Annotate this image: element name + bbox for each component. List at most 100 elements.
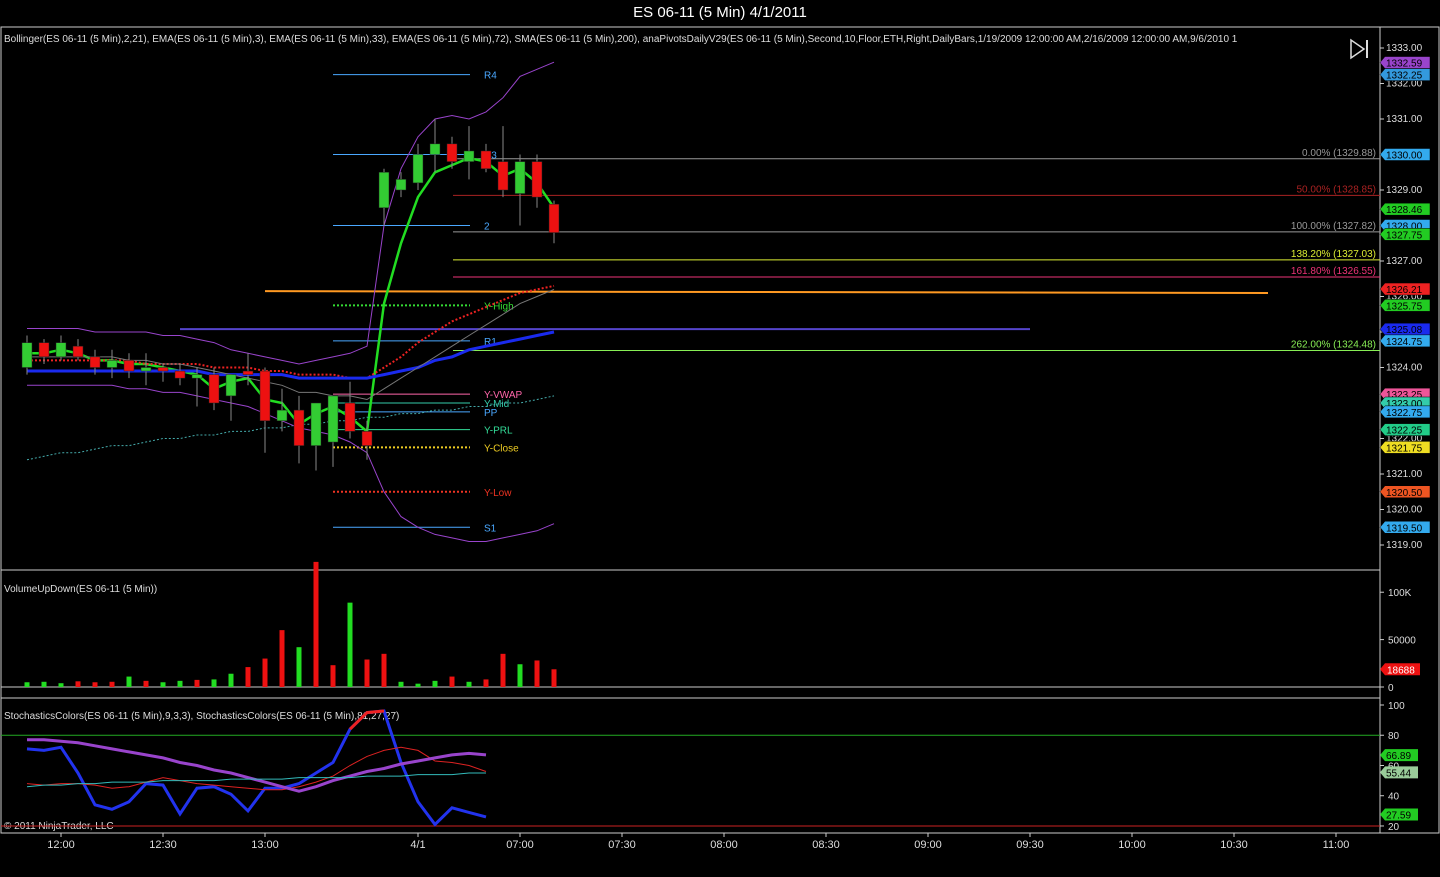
volume-bar	[398, 681, 404, 687]
pivot-label: R4	[484, 71, 497, 82]
fib-label: 161.80% (1326.55)	[1291, 266, 1376, 277]
chart-canvas[interactable]: Bollinger(ES 06-11 (5 Min),2,21), EMA(ES…	[0, 0, 1440, 877]
volume-tick-label: 0	[1388, 683, 1394, 694]
volume-bar	[483, 679, 489, 687]
pivot-label: S1	[484, 523, 497, 534]
volume-bar	[24, 682, 30, 687]
candle-body	[191, 374, 203, 379]
play-pause-icon[interactable]	[1350, 38, 1368, 60]
candle-body	[55, 342, 67, 358]
volume-bar	[347, 602, 353, 687]
candle-body	[548, 203, 560, 233]
fib-label: 138.20% (1327.03)	[1291, 249, 1376, 260]
time-tick-label: 12:30	[149, 839, 177, 851]
price-tick-label: 1327.00	[1386, 256, 1423, 267]
fib-label: 100.00% (1327.82)	[1291, 221, 1376, 232]
orange-level-line	[264, 290, 1269, 294]
candle-body	[361, 431, 373, 446]
stoch-tick-label: 80	[1388, 731, 1400, 742]
volume-bar	[330, 665, 336, 687]
candle-body	[463, 150, 475, 162]
price-tag-label: 1328.46	[1386, 205, 1423, 216]
volume-bar	[160, 682, 166, 687]
candle-body	[344, 402, 356, 432]
time-tick-label: 4/1	[410, 839, 425, 851]
fib-label: 0.00% (1329.88)	[1302, 148, 1376, 159]
stoch-tick-label: 100	[1388, 701, 1405, 712]
volume-bar	[500, 653, 506, 687]
volume-bar	[143, 680, 149, 687]
candle-body	[225, 374, 237, 397]
candle-body	[259, 370, 271, 421]
stoch-tick-label: 20	[1388, 822, 1400, 833]
candle-body	[429, 143, 441, 155]
time-tick-label: 07:00	[506, 839, 534, 851]
volume-bar	[228, 673, 234, 687]
candle-body	[140, 367, 152, 372]
pivot-label: PP	[484, 408, 498, 419]
price-tag-label: 1322.75	[1386, 408, 1423, 419]
candle-body	[293, 409, 305, 446]
candle-body	[38, 342, 50, 358]
volume-bar	[381, 653, 387, 687]
series-ema-3	[27, 156, 556, 434]
time-tick-label: 07:30	[608, 839, 636, 851]
price-tag-label: 1324.75	[1386, 337, 1423, 348]
candle-body	[208, 374, 220, 404]
pivot-label: Y-PRL	[484, 426, 513, 437]
volume-bar	[92, 682, 98, 687]
candle-body	[446, 143, 458, 162]
stoch-tag-label: 55.44	[1386, 768, 1411, 779]
candle-body	[106, 360, 118, 368]
price-panel-label: Bollinger(ES 06-11 (5 Min),2,21), EMA(ES…	[4, 34, 1238, 45]
series-bollinger-lower	[27, 384, 555, 542]
price-tick-label: 1331.00	[1386, 114, 1423, 125]
time-tick-label: 11:00	[1323, 839, 1350, 851]
volume-tick-label: 50000	[1388, 636, 1416, 647]
time-tick-label: 12:00	[47, 839, 75, 851]
volume-bar	[109, 681, 115, 687]
candle-body	[378, 172, 390, 208]
candle-body	[327, 395, 339, 443]
volume-bar	[313, 561, 319, 687]
candle-body	[412, 154, 424, 184]
candle-body	[395, 179, 407, 191]
volume-bar	[194, 679, 200, 687]
candle-body	[89, 356, 101, 368]
time-tick-label: 13:00	[251, 839, 279, 851]
volume-bar	[534, 660, 540, 687]
volume-bar	[296, 647, 302, 687]
pivot-label: 2	[484, 222, 490, 233]
time-tick-label: 09:30	[1016, 839, 1044, 851]
time-tick-label: 08:30	[812, 839, 840, 851]
stoch-panel-label: StochasticsColors(ES 06-11 (5 Min),9,3,3…	[4, 711, 399, 722]
candle-body	[514, 161, 526, 194]
price-tag-label: 1322.25	[1386, 426, 1423, 437]
price-tag-label: 1332.59	[1386, 59, 1423, 70]
price-tick-label: 1329.00	[1386, 185, 1423, 196]
volume-tick-label: 100K	[1388, 588, 1412, 599]
candle-body	[310, 402, 322, 446]
volume-bar	[364, 659, 370, 687]
time-tick-label: 10:30	[1220, 839, 1248, 851]
volume-bar	[262, 658, 268, 687]
price-tick-label: 1321.00	[1386, 469, 1423, 480]
price-tag-label: 1325.75	[1386, 301, 1423, 312]
candle-body	[123, 360, 135, 372]
series-sma-200	[26, 395, 555, 461]
series-stoch-9-d	[26, 709, 487, 827]
price-tick-label: 1320.00	[1386, 505, 1423, 516]
volume-bar	[415, 683, 421, 687]
copyright-label: © 2011 NinjaTrader, LLC	[4, 821, 114, 832]
pivot-label: Y-Close	[484, 443, 519, 454]
price-tag-label: 1321.75	[1386, 443, 1423, 454]
series-ema-72	[27, 330, 555, 380]
price-tag-label: 1320.50	[1386, 488, 1423, 499]
volume-bar	[58, 683, 64, 687]
price-tick-label: 1324.00	[1386, 363, 1423, 374]
fib-label: 262.00% (1324.48)	[1291, 339, 1376, 350]
time-tick-label: 08:00	[710, 839, 738, 851]
price-tag-label: 1327.75	[1386, 230, 1423, 241]
volume-bar	[75, 681, 81, 687]
candle-body	[72, 345, 84, 358]
